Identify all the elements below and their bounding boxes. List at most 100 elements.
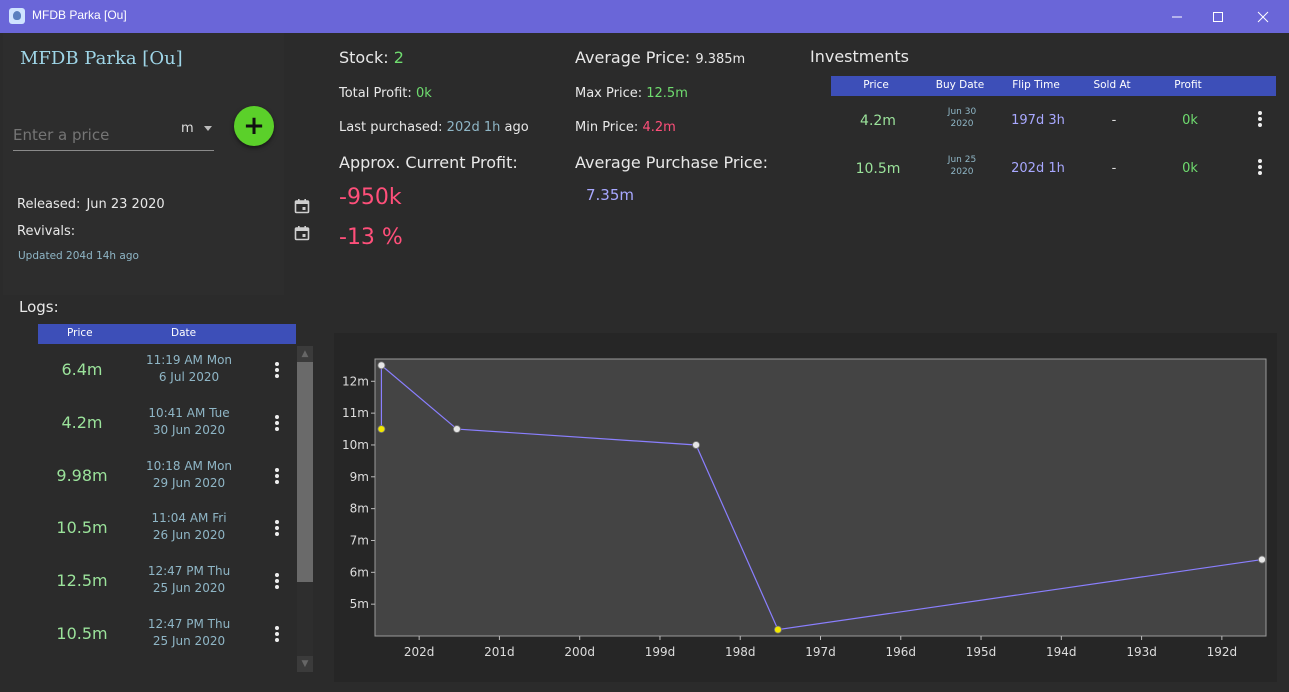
investments-title: Investments: [810, 47, 909, 66]
x-tick-label: 194d: [1046, 645, 1077, 659]
minimize-button[interactable]: [1154, 0, 1200, 33]
last-purchased-stat: Last purchased: 202d 1h ago: [339, 120, 529, 135]
total-profit-value: 0k: [415, 86, 432, 101]
more-options-icon[interactable]: [272, 572, 282, 592]
log-date: 12:47 PM Thu 25 Jun 2020: [147, 564, 231, 595]
y-tick-label: 12m: [342, 374, 369, 388]
table-row: 9.98m 10:18 AM Mon 29 Jun 2020: [38, 450, 296, 502]
investments-column-price: Price: [863, 79, 889, 91]
highlight-point: [377, 425, 386, 433]
more-options-icon[interactable]: [272, 361, 282, 381]
logs-scrollbar[interactable]: ▲ ▼: [297, 346, 313, 672]
unit-select[interactable]: m: [181, 121, 194, 136]
updated-timestamp: Updated 204d 14h ago: [18, 250, 139, 262]
price-history-chart: 5m 6m 7m 8m 9m 10m 11m 12m 202d 201d 200d 199d 198d 1…: [334, 333, 1277, 682]
maximize-button[interactable]: [1195, 0, 1241, 33]
y-tick-label: 11m: [342, 406, 369, 420]
data-point: [692, 441, 700, 449]
more-options-icon[interactable]: [1255, 110, 1265, 130]
x-tick-label: 192d: [1207, 645, 1238, 659]
more-options-icon[interactable]: [272, 519, 282, 539]
table-row: 6.4m 11:19 AM Mon 6 Jul 2020: [38, 344, 296, 396]
investment-flip-time: 202d 1h: [1011, 161, 1065, 176]
price-chart-svg: 5m 6m 7m 8m 9m 10m 11m 12m 202d 201d 200d 199d 198d 1…: [342, 358, 1267, 659]
investment-sold-at: -: [1111, 113, 1117, 128]
approx-profit-label: Approx. Current Profit:: [339, 153, 518, 172]
investment-profit: 0k: [1182, 113, 1198, 128]
table-row: 4.2m Jun 30 2020 197d 3h - 0k: [831, 98, 1276, 146]
item-title: MFDB Parka [Ou]: [20, 48, 183, 69]
more-options-icon[interactable]: [272, 625, 282, 645]
y-tick-label: 8m: [350, 502, 369, 516]
x-tick-label: 200d: [564, 645, 595, 659]
more-options-icon[interactable]: [1255, 158, 1265, 178]
investment-price: 10.5m: [855, 161, 901, 177]
average-purchase-label: Average Purchase Price:: [575, 153, 768, 172]
y-tick-label: 10m: [342, 438, 369, 452]
log-price: 6.4m: [61, 360, 103, 379]
price-input[interactable]: [13, 124, 173, 146]
investment-profit: 0k: [1182, 161, 1198, 176]
logs-column-price: Price: [67, 327, 93, 339]
x-tick-label: 197d: [805, 645, 836, 659]
y-tick-label: 9m: [350, 470, 369, 484]
log-date: 10:18 AM Mon 29 Jun 2020: [145, 459, 233, 490]
plot-area: [374, 358, 1267, 637]
investment-sold-at: -: [1111, 161, 1117, 176]
table-row: 12.5m 12:47 PM Thu 25 Jun 2020: [38, 555, 296, 607]
logs-table-header: Price Date: [38, 324, 296, 344]
approx-profit-value: -950k: [339, 185, 402, 210]
y-tick-label: 7m: [350, 533, 369, 547]
scrollbar-thumb[interactable]: [297, 362, 313, 582]
revivals-row: Revivals:: [17, 224, 75, 239]
x-tick-label: 201d: [484, 645, 515, 659]
calendar-icon[interactable]: [294, 198, 310, 214]
log-date: 11:19 AM Mon 6 Jul 2020: [145, 353, 233, 384]
investments-column-sold-at: Sold At: [1093, 79, 1131, 91]
table-row: 10.5m 11:04 AM Fri 26 Jun 2020: [38, 502, 296, 554]
max-price-value: 12.5m: [646, 86, 688, 101]
x-tick-label: 196d: [886, 645, 917, 659]
logs-column-date: Date: [171, 327, 197, 339]
investments-column-buy-date: Buy Date: [935, 79, 985, 91]
data-point: [377, 361, 386, 370]
more-options-icon[interactable]: [272, 414, 282, 434]
released-value: Jun 23 2020: [86, 197, 165, 212]
plus-icon: +: [243, 111, 265, 141]
y-tick-label: 5m: [350, 597, 369, 611]
add-price-button[interactable]: +: [234, 106, 274, 146]
y-tick-label: 6m: [350, 565, 369, 579]
x-tick-label: 193d: [1126, 645, 1157, 659]
average-purchase-value: 7.35m: [586, 186, 635, 204]
log-date: 10:41 AM Tue 30 Jun 2020: [148, 406, 230, 437]
last-purchased-value: 202d 1h: [446, 120, 501, 135]
revivals-label: Revivals:: [17, 224, 76, 239]
table-row: 4.2m 10:41 AM Tue 30 Jun 2020: [38, 397, 296, 449]
minimize-icon: [1172, 16, 1182, 17]
close-icon: [1257, 11, 1269, 22]
log-price: 10.5m: [56, 518, 108, 537]
log-price: 10.5m: [56, 624, 108, 643]
maximize-icon: [1213, 11, 1223, 22]
chevron-down-icon[interactable]: [204, 126, 212, 131]
x-tick-label: 195d: [966, 645, 997, 659]
table-row: 10.5m 12:47 PM Thu 25 Jun 2020: [38, 608, 296, 660]
calendar-icon[interactable]: [294, 225, 310, 241]
scroll-up-icon[interactable]: ▲: [297, 346, 313, 362]
investment-buy-date: Jun 30 2020: [947, 107, 977, 129]
price-input-underline: [13, 150, 214, 151]
total-profit-stat: Total Profit: 0k: [339, 86, 432, 101]
table-row: 10.5m Jun 25 2020 202d 1h - 0k: [831, 146, 1276, 194]
more-options-icon[interactable]: [272, 467, 282, 487]
title-bar: MFDB Parka [Ou]: [0, 0, 1289, 33]
window-title: MFDB Parka [Ou]: [32, 8, 127, 22]
log-price: 12.5m: [56, 571, 108, 590]
min-price-stat: Min Price: 4.2m: [575, 120, 676, 135]
average-price-value: 9.385m: [695, 52, 746, 67]
x-tick-label: 198d: [725, 645, 756, 659]
close-button[interactable]: [1240, 0, 1286, 33]
highlight-point: [774, 625, 782, 634]
scroll-down-icon[interactable]: ▼: [297, 656, 313, 672]
stock-stat: Stock: 2: [339, 48, 404, 67]
approx-profit-percent: -13 %: [339, 225, 403, 250]
